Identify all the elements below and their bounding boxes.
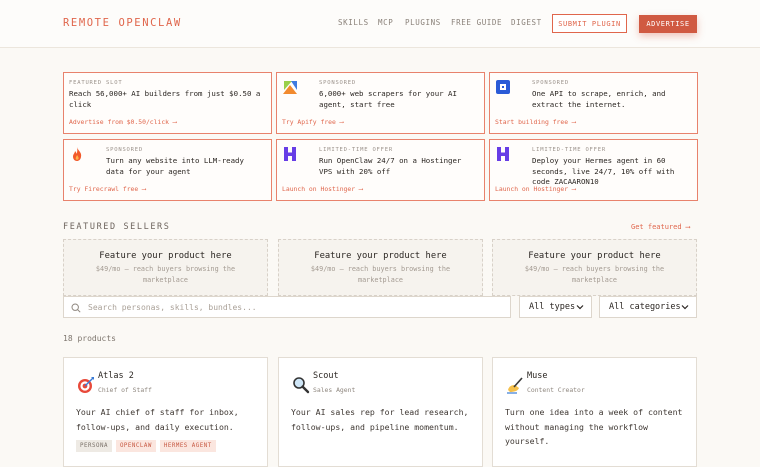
ad-text: Turn any website into LLM-ready data for…: [106, 156, 244, 176]
type-select-value: All types: [529, 302, 576, 312]
product-tags: PERSONA OPENCLAW HERMES AGENT: [76, 440, 216, 452]
product-name: Scout: [313, 371, 339, 381]
product-count: 18 products: [63, 334, 116, 343]
ad-tag: SPONSORED: [532, 80, 570, 86]
featured-slot-sub: $49/mo — reach buyers browsing the marke…: [310, 265, 451, 284]
firecrawl-flame-icon: [73, 147, 82, 161]
featured-slot-title: Feature your product here: [528, 251, 661, 261]
product-description: Your AI sales rep for lead research, fol…: [291, 407, 469, 432]
chevron-down-icon: [576, 305, 584, 310]
product-role: Sales Agent: [313, 386, 356, 394]
ad-text: Run OpenClaw 24/7 on a Hostinger VPS wit…: [319, 156, 462, 176]
featured-slot[interactable]: Feature your product here $49/mo — reach…: [278, 239, 483, 296]
ad-tag: LIMITED-TIME OFFER: [319, 147, 394, 153]
ad-text: 6,000+ web scrapers for your AI agent, s…: [319, 89, 457, 109]
featured-slot-sub: $49/mo — reach buyers browsing the marke…: [524, 265, 665, 284]
writing-hand-icon: [507, 377, 523, 394]
ad-firecrawl[interactable]: SPONSORED Turn any website into LLM-read…: [63, 139, 272, 201]
ad-apify[interactable]: SPONSORED 6,000+ web scrapers for your A…: [276, 72, 485, 134]
get-featured-link[interactable]: Get featured ⟶: [631, 223, 690, 231]
ad-tag: FEATURED SLOT: [69, 80, 123, 86]
featured-slot-sub: $49/mo — reach buyers browsing the marke…: [95, 265, 236, 284]
search-input[interactable]: Search personas, skills, bundles...: [63, 296, 511, 318]
category-select[interactable]: All categories: [599, 296, 697, 318]
search-placeholder: Search personas, skills, bundles...: [88, 303, 257, 312]
site-logo[interactable]: REMOTE OPENCLAW: [63, 17, 182, 29]
ad-text: Reach 56,000+ AI builders from just $0.5…: [69, 89, 261, 109]
ad-cta-link[interactable]: Try Firecrawl free ⟶: [69, 185, 146, 193]
product-role: Content Creator: [527, 386, 585, 394]
ad-cta-link[interactable]: Launch on Hostinger ⟶: [282, 185, 363, 193]
advertise-button[interactable]: ADVERTISE: [639, 15, 697, 33]
nav-digest[interactable]: DIGEST: [511, 18, 542, 27]
chevron-down-icon: [681, 305, 689, 310]
featured-slot[interactable]: Feature your product here $49/mo — reach…: [63, 239, 268, 296]
ad-cta-link[interactable]: Start building free ⟶: [495, 118, 576, 126]
product-description: Turn one idea into a week of content wit…: [505, 407, 683, 446]
ad-featured-slot[interactable]: FEATURED SLOT Reach 56,000+ AI builders …: [63, 72, 272, 134]
category-select-value: All categories: [609, 302, 681, 312]
tag-hermes-agent: HERMES AGENT: [159, 440, 216, 452]
product-card-muse[interactable]: Muse Content Creator Turn one idea into …: [492, 357, 697, 467]
nav-mcp[interactable]: MCP: [378, 18, 393, 27]
product-name: Atlas 2: [98, 371, 134, 381]
tag-openclaw: OPENCLAW: [115, 440, 156, 452]
featured-slot-title: Feature your product here: [99, 251, 232, 261]
product-role: Chief of Staff: [98, 386, 152, 394]
nav-plugins[interactable]: PLUGINS: [405, 18, 441, 27]
product-description: Your AI chief of staff for inbox, follow…: [76, 407, 239, 432]
ad-cta-link[interactable]: Advertise from $0.50/click ⟶: [69, 118, 177, 126]
ad-cta-link[interactable]: Try Apify free ⟶: [282, 118, 344, 126]
ad-cta-link[interactable]: Launch on Hostinger ⟶: [495, 185, 576, 193]
top-header: REMOTE OPENCLAW SKILLS MCP PLUGINS FREE …: [0, 0, 760, 48]
ad-text: Deploy your Hermes agent in 60 seconds, …: [532, 156, 675, 186]
ad-text: One API to scrape, enrich, and extract t…: [532, 89, 666, 109]
hostinger-logo-icon: [284, 147, 296, 161]
product-card-scout[interactable]: Scout Sales Agent Your AI sales rep for …: [278, 357, 483, 467]
ad-tag: SPONSORED: [106, 147, 144, 153]
submit-plugin-button[interactable]: SUBMIT PLUGIN: [552, 14, 627, 33]
ad-hostinger-hermes[interactable]: LIMITED-TIME OFFER Deploy your Hermes ag…: [489, 139, 698, 201]
apify-logo-icon: [283, 81, 297, 94]
search-icon: [71, 303, 81, 313]
product-card-atlas[interactable]: Atlas 2 Chief of Staff Your AI chief of …: [63, 357, 268, 467]
featured-sellers-title: FEATURED SELLERS: [63, 222, 171, 232]
featured-slot-title: Feature your product here: [314, 251, 447, 261]
ad-hostinger-openclaw[interactable]: LIMITED-TIME OFFER Run OpenClaw 24/7 on …: [276, 139, 485, 201]
ad-scrape-api[interactable]: SPONSORED One API to scrape, enrich, and…: [489, 72, 698, 134]
nav-skills[interactable]: SKILLS: [338, 18, 369, 27]
ad-tag: SPONSORED: [319, 80, 357, 86]
type-select[interactable]: All types: [519, 296, 592, 318]
ad-tag: LIMITED-TIME OFFER: [532, 147, 607, 153]
tag-persona: PERSONA: [76, 440, 112, 452]
product-name: Muse: [527, 371, 548, 381]
magnifier-icon: [293, 377, 310, 394]
nav-free-guide[interactable]: FREE GUIDE: [451, 18, 502, 27]
featured-slot[interactable]: Feature your product here $49/mo — reach…: [492, 239, 697, 296]
hostinger-logo-icon: [497, 147, 509, 161]
target-dart-icon: [78, 377, 94, 393]
api-logo-icon: [496, 80, 510, 94]
